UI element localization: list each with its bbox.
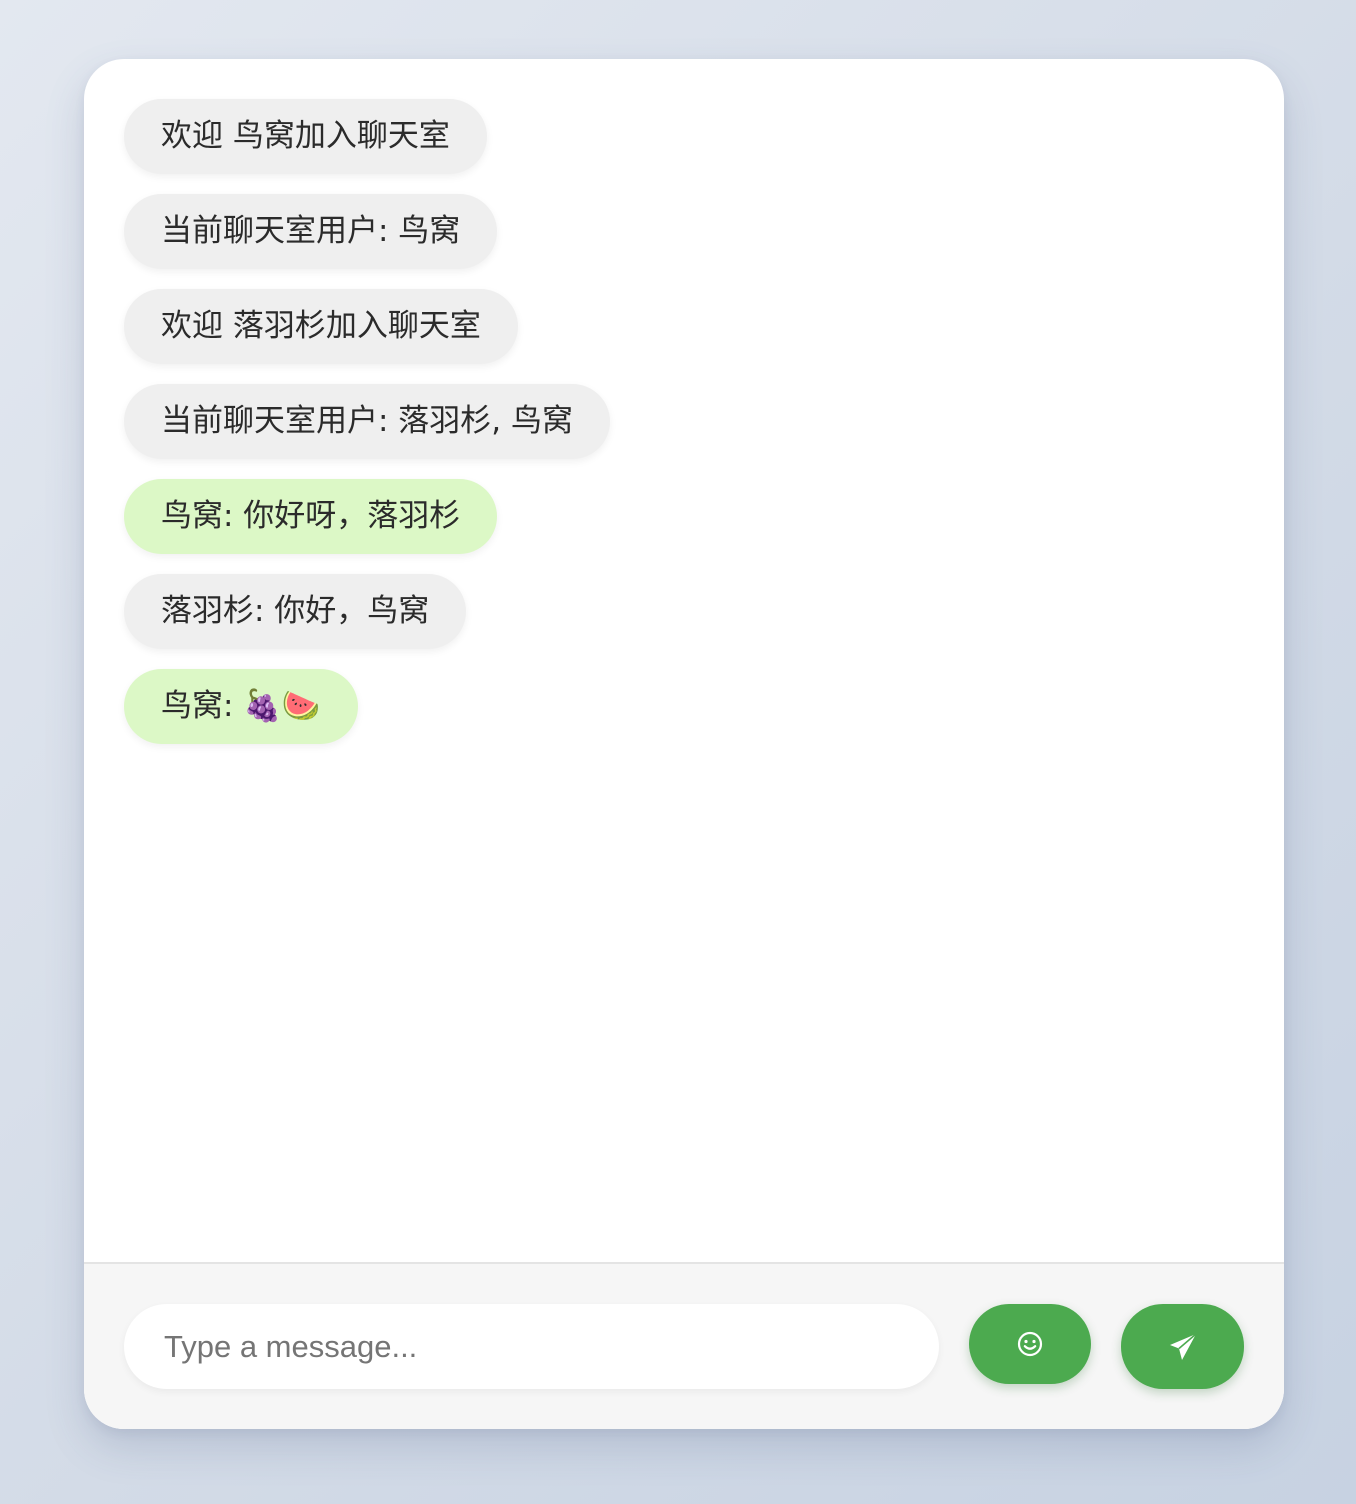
system-message: 当前聊天室用户: 落羽杉, 鸟窝 — [124, 384, 611, 459]
paper-plane-icon — [1168, 1332, 1198, 1362]
own-message: 鸟窝: 🍇🍉 — [124, 669, 358, 744]
message-composer — [84, 1262, 1284, 1429]
message-list: 欢迎 鸟窝加入聊天室 当前聊天室用户: 鸟窝 欢迎 落羽杉加入聊天室 当前聊天室… — [84, 59, 1284, 1262]
own-message: 鸟窝: 你好呀，落羽杉 — [124, 479, 498, 554]
smiley-icon — [1016, 1330, 1044, 1358]
system-message: 欢迎 鸟窝加入聊天室 — [124, 99, 487, 174]
message-input[interactable] — [124, 1304, 939, 1389]
emoji-button[interactable] — [969, 1304, 1091, 1384]
send-button[interactable] — [1121, 1304, 1244, 1389]
system-message: 欢迎 落羽杉加入聊天室 — [124, 289, 518, 364]
chat-window: 欢迎 鸟窝加入聊天室 当前聊天室用户: 鸟窝 欢迎 落羽杉加入聊天室 当前聊天室… — [84, 59, 1284, 1429]
incoming-message: 落羽杉: 你好，鸟窝 — [124, 574, 467, 649]
system-message: 当前聊天室用户: 鸟窝 — [124, 194, 498, 269]
